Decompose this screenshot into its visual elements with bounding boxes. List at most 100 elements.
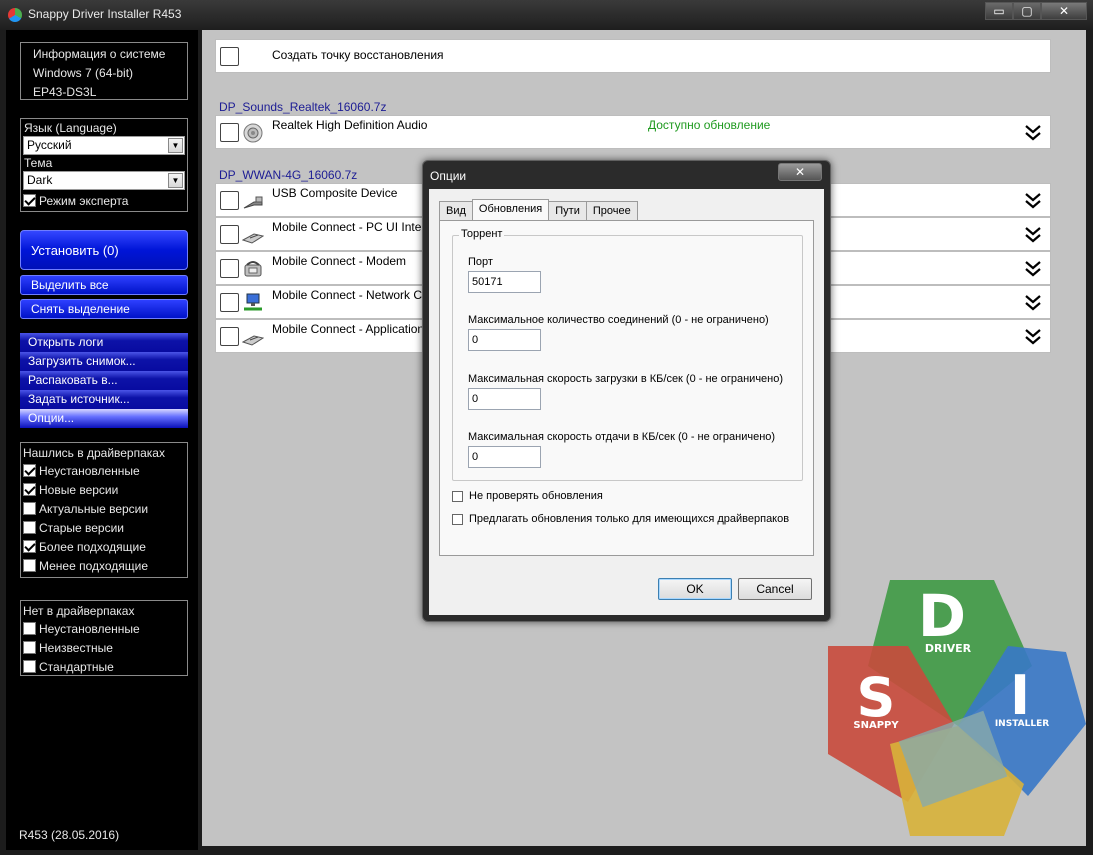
port-input[interactable]: 50171 (468, 271, 541, 293)
offer-only-existing-row[interactable]: Предлагать обновления только для имеющих… (452, 513, 789, 525)
driver-checkbox[interactable] (220, 327, 239, 346)
cancel-button[interactable]: Cancel (738, 578, 812, 600)
max-connections-input[interactable]: 0 (468, 329, 541, 351)
logo-letter-i: I (1010, 664, 1030, 727)
minimize-button[interactable]: ▭ (985, 2, 1013, 20)
filter-missing-not-installed[interactable]: Неустановленные (23, 619, 185, 638)
filter-old-versions[interactable]: Старые версии (23, 518, 185, 537)
torrent-group: Торрент Порт 50171 Максимальное количест… (452, 228, 803, 481)
chevron-down-icon[interactable] (1024, 123, 1042, 141)
filter-not-installed[interactable]: Неустановленные (23, 461, 185, 480)
driverpack-title: DP_Sounds_Realtek_16060.7z (219, 100, 387, 114)
system-info-label: Информация о системе (33, 47, 166, 61)
filter-label: Новые версии (39, 482, 119, 497)
theme-select[interactable]: Dark ▼ (23, 171, 185, 190)
chevron-down-icon[interactable] (1024, 327, 1042, 345)
language-select[interactable]: Русский ▼ (23, 136, 185, 155)
restore-point-row[interactable]: Создать точку восстановления (215, 39, 1051, 73)
filter-checkbox[interactable] (23, 502, 36, 515)
modem-icon (242, 233, 264, 244)
torrent-group-title: Торрент (459, 228, 505, 240)
filter-worse-match[interactable]: Менее подходящие (23, 556, 185, 575)
driver-checkbox[interactable] (220, 293, 239, 312)
filter-checkbox[interactable] (23, 483, 36, 496)
offer-only-existing-label: Предлагать обновления только для имеющих… (469, 513, 790, 525)
filter-checkbox[interactable] (23, 641, 36, 654)
usb-icon (243, 196, 263, 209)
driver-checkbox[interactable] (220, 123, 239, 142)
filter-checkbox[interactable] (23, 464, 36, 477)
motherboard-model: EP43-DS3L (33, 85, 97, 99)
filter-checkbox[interactable] (23, 540, 36, 553)
no-check-updates-row[interactable]: Не проверять обновления (452, 490, 603, 502)
filter-checkbox[interactable] (23, 660, 36, 673)
deselect-button[interactable]: Снять выделение (20, 299, 188, 319)
version-label: R453 (28.05.2016) (19, 828, 120, 842)
extract-to-button[interactable]: Распаковать в... (20, 371, 188, 390)
logo-letter-d: D (918, 582, 966, 650)
chevron-down-icon[interactable] (1024, 293, 1042, 311)
tab-view[interactable]: Вид (439, 201, 473, 220)
modem-icon (242, 335, 264, 346)
missing-in-driverpacks-filters: Нет в драйверпаках Неустановленные Неизв… (20, 600, 188, 676)
chevron-down-icon[interactable] (1024, 191, 1042, 209)
tab-paths[interactable]: Пути (548, 201, 587, 220)
found-in-driverpacks-filters: Нашлись в драйверпаках Неустановленные Н… (20, 442, 188, 578)
tab-updates[interactable]: Обновления (471, 199, 550, 220)
driver-name: Mobile Connect - PC UI Inte (272, 220, 422, 234)
load-snapshot-button[interactable]: Загрузить снимок... (20, 352, 188, 371)
sdi-logo: D DRIVER S SNAPPY I INSTALLER (828, 580, 1086, 836)
max-upload-label: Максимальная скорость отдачи в КБ/сек (0… (468, 431, 776, 443)
filter-new-versions[interactable]: Новые версии (23, 480, 185, 499)
filter-checkbox[interactable] (23, 622, 36, 635)
driver-row[interactable]: Realtek High Definition Audio Доступно о… (215, 115, 1051, 149)
expert-mode-row[interactable]: Режим эксперта (23, 191, 185, 210)
max-upload-input[interactable]: 0 (468, 446, 541, 468)
filter-current-versions[interactable]: Актуальные версии (23, 499, 185, 518)
select-all-button[interactable]: Выделить все (20, 275, 188, 295)
dialog-title: Опции (430, 169, 467, 183)
driver-checkbox[interactable] (220, 191, 239, 210)
system-info-box[interactable]: Информация о системе Windows 7 (64-bit) … (20, 42, 188, 100)
dropdown-arrow-icon[interactable]: ▼ (168, 138, 183, 153)
maximize-button[interactable]: ▢ (1013, 2, 1041, 20)
no-check-updates-checkbox[interactable] (452, 490, 463, 502)
driver-name: Realtek High Definition Audio (272, 118, 428, 132)
ok-button[interactable]: OK (658, 578, 732, 600)
logo-word-snappy: SNAPPY (853, 720, 899, 731)
os-version: Windows 7 (64-bit) (33, 66, 134, 80)
max-connections-label: Максимальное количество соединений (0 - … (468, 314, 769, 326)
restore-point-checkbox[interactable] (220, 47, 239, 66)
phone-modem-icon (244, 261, 262, 277)
filter-checkbox[interactable] (23, 521, 36, 534)
port-label: Порт (468, 256, 493, 268)
open-logs-button[interactable]: Открыть логи (20, 333, 188, 352)
offer-only-existing-checkbox[interactable] (452, 513, 463, 525)
driver-name: Mobile Connect - Application (272, 322, 425, 336)
filter-better-match[interactable]: Более подходящие (23, 537, 185, 556)
language-label: Язык (Language) (24, 121, 117, 135)
updates-tab-page: Торрент Порт 50171 Максимальное количест… (439, 220, 814, 556)
dropdown-arrow-icon[interactable]: ▼ (168, 173, 183, 188)
dialog-close-button[interactable]: ✕ (778, 163, 822, 181)
filter-unknown[interactable]: Неизвестные (23, 638, 185, 657)
install-button[interactable]: Установить (0) (20, 230, 188, 270)
tab-other[interactable]: Прочее (585, 201, 638, 220)
filter-standard[interactable]: Стандартные (23, 657, 185, 676)
window-controls: ▭ ▢ ✕ (985, 2, 1087, 20)
chevron-down-icon[interactable] (1024, 225, 1042, 243)
driver-name: Mobile Connect - Modem (272, 254, 407, 268)
close-button[interactable]: ✕ (1041, 2, 1087, 20)
driver-checkbox[interactable] (220, 225, 239, 244)
driver-checkbox[interactable] (220, 259, 239, 278)
filter-checkbox[interactable] (23, 559, 36, 572)
set-source-button[interactable]: Задать источник... (20, 390, 188, 409)
app-icon (8, 8, 22, 22)
expert-mode-checkbox[interactable] (23, 194, 36, 207)
chevron-down-icon[interactable] (1024, 259, 1042, 277)
dialog-body: Вид Обновления Пути Прочее Торрент Порт … (429, 189, 824, 615)
max-download-input[interactable]: 0 (468, 388, 541, 410)
options-button[interactable]: Опции... (20, 409, 188, 428)
options-dialog: Опции ✕ Вид Обновления Пути Прочее Торре… (422, 160, 831, 622)
title-bar: Snappy Driver Installer R453 ▭ ▢ ✕ (0, 0, 1093, 30)
